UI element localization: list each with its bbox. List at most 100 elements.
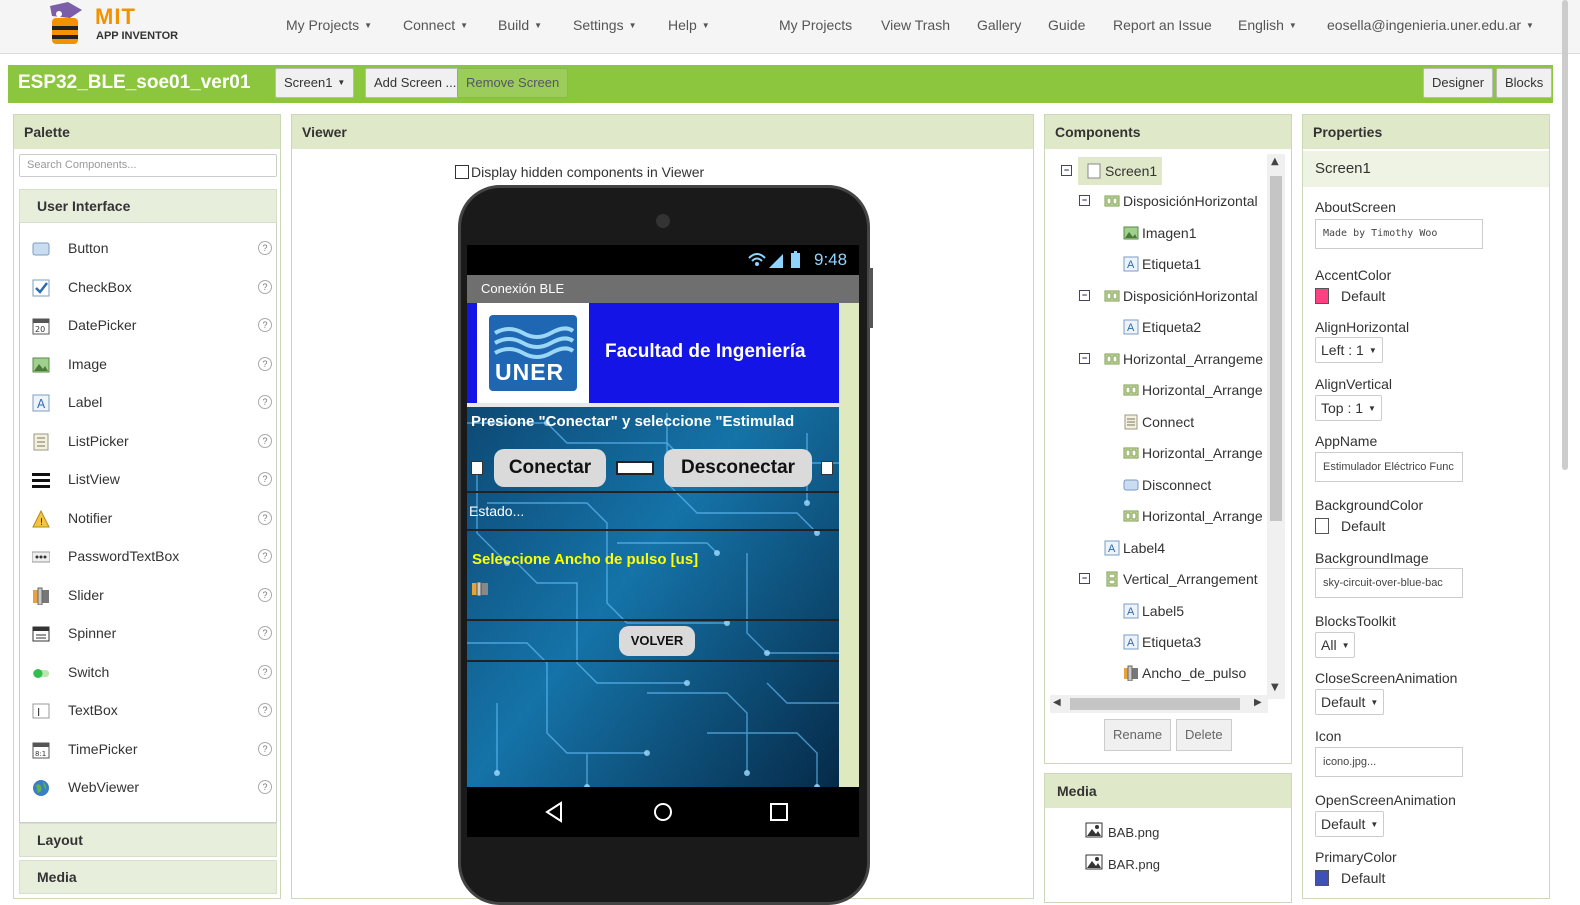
menu-user-account[interactable]: eosella@ingenieria.uner.edu.ar ▼ — [1327, 17, 1534, 33]
icon-input[interactable]: icono.jpg... — [1315, 747, 1463, 777]
scrollbar-thumb[interactable] — [1070, 698, 1240, 710]
scrollbar-thumb[interactable] — [1270, 176, 1282, 521]
bgimage-input[interactable]: sky-circuit-over-blue-bac — [1315, 568, 1463, 598]
help-icon[interactable]: ? — [258, 703, 272, 717]
alignhorizontal-select[interactable]: Left : 1 ▼ — [1315, 337, 1383, 363]
link-view-trash[interactable]: View Trash — [881, 17, 950, 33]
volver-button[interactable]: VOLVER — [619, 626, 695, 656]
palette-item-slider[interactable]: Slider ? — [32, 581, 272, 611]
tree-node-disconnect[interactable]: Disconnect — [1123, 473, 1211, 497]
help-icon[interactable]: ? — [258, 472, 272, 486]
tree-node-disposicion-horizontal-2[interactable]: DisposiciónHorizontal — [1104, 284, 1258, 308]
tree-node-horizontal-arrangement[interactable]: Horizontal_Arrangeme — [1104, 347, 1263, 371]
palette-item-timepicker[interactable]: 8:1 TimePicker ? — [32, 735, 272, 765]
tree-node-label5[interactable]: A Label5 — [1123, 599, 1184, 623]
blocks-button[interactable]: Blocks — [1496, 68, 1553, 98]
palette-item-spinner[interactable]: Spinner ? — [32, 619, 272, 649]
appname-input[interactable]: Estimulador Eléctrico Func — [1315, 452, 1463, 482]
page-scrollbar[interactable] — [1562, 0, 1568, 470]
tree-node-label4[interactable]: A Label4 — [1104, 536, 1165, 560]
blockstoolkit-select[interactable]: All ▼ — [1315, 632, 1356, 658]
media-file-bab[interactable]: BAB.png — [1108, 825, 1159, 840]
add-screen-button[interactable]: Add Screen ... — [365, 68, 466, 98]
help-icon[interactable]: ? — [258, 280, 272, 294]
palette-item-datepicker[interactable]: 20 DatePicker ? — [32, 311, 272, 341]
back-nav-icon[interactable] — [545, 801, 562, 823]
help-icon[interactable]: ? — [258, 665, 272, 679]
tree-node-etiqueta2[interactable]: A Etiqueta2 — [1123, 315, 1201, 339]
palette-item-label[interactable]: A Label ? — [32, 388, 272, 418]
tree-horizontal-scrollbar[interactable]: ◀ ▶ — [1050, 695, 1268, 713]
link-guide[interactable]: Guide — [1048, 17, 1085, 33]
palette-item-listpicker[interactable]: ListPicker ? — [32, 427, 272, 457]
menu-language[interactable]: English ▼ — [1238, 17, 1297, 33]
collapse-icon[interactable]: − — [1061, 165, 1072, 176]
rename-button[interactable]: Rename — [1104, 719, 1172, 751]
designer-button[interactable]: Designer — [1423, 68, 1494, 98]
accent-color-value[interactable]: Default — [1341, 288, 1385, 304]
remove-screen-button[interactable]: Remove Screen — [457, 68, 569, 98]
conectar-button[interactable]: Conectar — [494, 449, 606, 487]
palette-item-checkbox[interactable]: CheckBox ? — [32, 273, 272, 303]
collapse-icon[interactable]: − — [1079, 573, 1090, 584]
tree-node-etiqueta1[interactable]: A Etiqueta1 — [1123, 252, 1201, 276]
search-components-input[interactable]: Search Components... — [19, 154, 277, 177]
scroll-up-icon[interactable]: ▲ — [1271, 156, 1279, 167]
link-report-issue[interactable]: Report an Issue — [1113, 17, 1212, 33]
menu-help[interactable]: Help ▼ — [668, 17, 710, 33]
tree-node-imagen1[interactable]: Imagen1 — [1123, 221, 1196, 245]
tree-node-horizontal-arrange-child[interactable]: Horizontal_Arrange — [1123, 378, 1263, 402]
help-icon[interactable]: ? — [258, 626, 272, 640]
help-icon[interactable]: ? — [258, 588, 272, 602]
help-icon[interactable]: ? — [258, 434, 272, 448]
mit-app-inventor-logo[interactable]: MIT APP INVENTOR — [40, 2, 190, 48]
category-user-interface[interactable]: User Interface — [19, 189, 277, 223]
alignvertical-select[interactable]: Top : 1 ▼ — [1315, 395, 1382, 421]
tree-vertical-scrollbar[interactable]: ▲ ▼ — [1267, 154, 1285, 699]
menu-my-projects[interactable]: My Projects ▼ — [286, 17, 372, 33]
menu-settings[interactable]: Settings ▼ — [573, 17, 637, 33]
help-icon[interactable]: ? — [258, 395, 272, 409]
tree-node-vertical-arrangement[interactable]: Vertical_Arrangement — [1104, 567, 1258, 591]
link-my-projects[interactable]: My Projects — [779, 17, 852, 33]
bgcolor-swatch[interactable] — [1315, 518, 1329, 534]
display-hidden-checkbox[interactable]: Display hidden components in Viewer — [455, 164, 704, 180]
menu-connect[interactable]: Connect ▼ — [403, 17, 468, 33]
delete-button[interactable]: Delete — [1176, 719, 1232, 751]
tree-node-connect[interactable]: Connect — [1123, 410, 1194, 434]
help-icon[interactable]: ? — [258, 241, 272, 255]
help-icon[interactable]: ? — [258, 511, 272, 525]
category-layout[interactable]: Layout — [19, 823, 277, 857]
link-gallery[interactable]: Gallery — [977, 17, 1021, 33]
palette-item-textbox[interactable]: I TextBox ? — [32, 696, 272, 726]
recents-nav-icon[interactable] — [770, 803, 788, 821]
scroll-down-icon[interactable]: ▼ — [1271, 682, 1279, 693]
palette-item-switch[interactable]: Switch ? — [32, 658, 272, 688]
help-icon[interactable]: ? — [258, 318, 272, 332]
menu-build[interactable]: Build ▼ — [498, 17, 542, 33]
help-icon[interactable]: ? — [258, 357, 272, 371]
tree-node-etiqueta3[interactable]: A Etiqueta3 — [1123, 630, 1201, 654]
openscreenanimation-select[interactable]: Default ▼ — [1315, 811, 1385, 837]
scroll-left-icon[interactable]: ◀ — [1053, 697, 1061, 708]
tree-node-horizontal-arrange-child[interactable]: Horizontal_Arrange — [1123, 441, 1263, 465]
collapse-icon[interactable]: − — [1079, 353, 1090, 364]
tree-node-screen1[interactable]: Screen1 — [1086, 159, 1157, 183]
closescreenanimation-select[interactable]: Default ▼ — [1315, 689, 1385, 715]
primary-color-swatch[interactable] — [1315, 870, 1329, 886]
collapse-icon[interactable]: − — [1079, 195, 1090, 206]
scroll-right-icon[interactable]: ▶ — [1254, 697, 1262, 708]
aboutscreen-textarea[interactable]: Made by Timothy Woo — [1315, 219, 1483, 249]
primary-color-value[interactable]: Default — [1341, 870, 1385, 886]
help-icon[interactable]: ? — [258, 549, 272, 563]
screen-select-dropdown[interactable]: Screen1 ▼ — [275, 68, 355, 98]
palette-item-webviewer[interactable]: WebViewer ? — [32, 773, 272, 803]
palette-item-passwordtextbox[interactable]: PasswordTextBox ? — [31, 542, 272, 572]
pulse-width-slider[interactable] — [472, 581, 488, 597]
tree-node-disposicion-horizontal-1[interactable]: DisposiciónHorizontal — [1104, 189, 1258, 213]
palette-item-notifier[interactable]: ! Notifier ? — [32, 504, 272, 534]
accent-color-swatch[interactable] — [1315, 288, 1329, 304]
collapse-icon[interactable]: − — [1079, 290, 1090, 301]
palette-item-listview[interactable]: ListView ? — [32, 465, 272, 495]
tree-node-ancho-de-pulso[interactable]: Ancho_de_pulso — [1123, 661, 1246, 685]
